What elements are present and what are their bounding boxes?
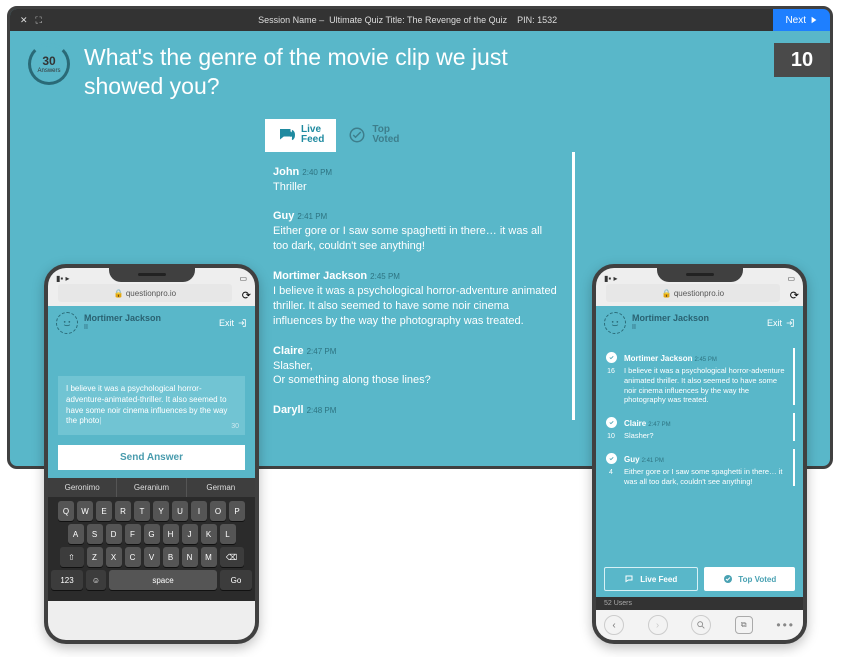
- key[interactable]: I: [191, 501, 207, 521]
- url-bar[interactable]: 🔒 questionpro.io: [606, 284, 780, 302]
- url-bar[interactable]: 🔒 questionpro.io: [58, 284, 232, 302]
- suggestion[interactable]: German: [187, 478, 255, 497]
- key[interactable]: H: [163, 524, 179, 544]
- forward-button[interactable]: ›: [648, 615, 668, 635]
- exit-button[interactable]: Exit: [219, 318, 247, 328]
- more-button[interactable]: •••: [776, 618, 795, 632]
- question-text: What's the genre of the movie clip we ju…: [84, 43, 564, 101]
- keyboard-suggestions[interactable]: GeronimoGeraniumGerman: [48, 478, 255, 497]
- key[interactable]: F: [125, 524, 141, 544]
- suggestion[interactable]: Geranium: [117, 478, 186, 497]
- exit-icon: [785, 318, 795, 328]
- lock-icon: 🔒: [662, 289, 672, 298]
- backspace-key[interactable]: ⌫: [220, 547, 244, 567]
- voted-item: 10Claire2:47 PMSlasher?: [604, 413, 795, 441]
- next-button[interactable]: Next: [773, 9, 830, 31]
- lock-icon: 🔒: [114, 289, 124, 298]
- tabs-button[interactable]: ⧉: [735, 616, 753, 634]
- feed-panel: Live Feed Top Voted John2:40 PMThriller G…: [265, 119, 575, 420]
- countdown-timer: 10: [774, 43, 830, 77]
- feed-entry: Mortimer Jackson2:45 PMI believe it was …: [273, 266, 560, 329]
- answer-textarea[interactable]: I believe it was a psychological horror-…: [58, 376, 245, 435]
- suggestion[interactable]: Geronimo: [48, 478, 117, 497]
- key[interactable]: V: [144, 547, 160, 567]
- broadcast-icon: [624, 573, 636, 585]
- key[interactable]: Y: [153, 501, 169, 521]
- feed-entry: Daryll2:48 PMCutter dicer chopper thing: [273, 400, 560, 419]
- app-header: Mortimer JacksonII Exit: [48, 306, 255, 340]
- avatar: [56, 312, 78, 334]
- key[interactable]: D: [106, 524, 122, 544]
- check-circle-icon: [722, 573, 734, 585]
- voted-item: 16Mortimer Jackson2:45 PMI believe it wa…: [604, 348, 795, 405]
- browser-nav: ‹ › ⧉ •••: [596, 610, 803, 640]
- key[interactable]: C: [125, 547, 141, 567]
- signal-icon: ▮▪ ▸: [56, 274, 69, 283]
- search-icon: [696, 620, 706, 630]
- key[interactable]: O: [210, 501, 226, 521]
- key[interactable]: W: [77, 501, 93, 521]
- key[interactable]: Q: [58, 501, 74, 521]
- reload-icon[interactable]: ⟳: [790, 289, 799, 302]
- key[interactable]: K: [201, 524, 217, 544]
- feed-entry: Guy2:41 PMEither gore or I saw some spag…: [273, 206, 560, 254]
- key[interactable]: G: [144, 524, 160, 544]
- key[interactable]: S: [87, 524, 103, 544]
- key[interactable]: R: [115, 501, 131, 521]
- key[interactable]: Z: [87, 547, 103, 567]
- send-answer-button[interactable]: Send Answer: [58, 445, 245, 470]
- key[interactable]: J: [182, 524, 198, 544]
- key[interactable]: M: [201, 547, 217, 567]
- top-bar: ✕ ⛶ Session Name – Ultimate Quiz Title: …: [10, 9, 830, 31]
- answers-counter: 30 Answers: [28, 43, 70, 85]
- check-circle-icon: [348, 126, 366, 144]
- feed-entry: John2:40 PMThriller: [273, 162, 560, 195]
- tab-live-feed[interactable]: Live Feed: [265, 119, 336, 152]
- key[interactable]: X: [106, 547, 122, 567]
- feed-entry: Claire2:47 PMSlasher,Or something along …: [273, 341, 560, 389]
- tab-live-feed[interactable]: Live Feed: [604, 567, 698, 591]
- exit-button[interactable]: Exit: [767, 318, 795, 328]
- tab-top-voted[interactable]: Top Voted: [704, 567, 796, 591]
- key[interactable]: E: [96, 501, 112, 521]
- key[interactable]: A: [68, 524, 84, 544]
- keyboard[interactable]: QWERTYUIOP ASDFGHJKL ⇧ZXCVBNM⌫ 123☺spaceGo: [48, 497, 255, 601]
- numbers-key[interactable]: 123: [51, 570, 83, 590]
- key[interactable]: L: [220, 524, 236, 544]
- voted-item: 4Guy2:41 PMEither gore or I saw some spa…: [604, 449, 795, 487]
- close-icon[interactable]: ✕: [20, 15, 28, 26]
- key[interactable]: N: [182, 547, 198, 567]
- back-button[interactable]: ‹: [604, 615, 624, 635]
- search-button[interactable]: [691, 615, 711, 635]
- key[interactable]: U: [172, 501, 188, 521]
- battery-icon: ▭: [787, 274, 795, 283]
- go-key[interactable]: Go: [220, 570, 252, 590]
- app-header: Mortimer JacksonII Exit: [596, 306, 803, 340]
- phone-right: ▮▪ ▸ ▭ 🔒 questionpro.io ⟳ Mortimer Jackso…: [592, 264, 807, 644]
- exit-icon: [237, 318, 247, 328]
- broadcast-icon: [277, 126, 295, 144]
- space-key[interactable]: space: [109, 570, 217, 590]
- key[interactable]: P: [229, 501, 245, 521]
- users-count: 52 Users: [596, 597, 803, 610]
- shift-key[interactable]: ⇧: [60, 547, 84, 567]
- vote-button[interactable]: [606, 417, 617, 428]
- vote-button[interactable]: [606, 352, 617, 363]
- key[interactable]: B: [163, 547, 179, 567]
- session-title: Session Name – Ultimate Quiz Title: The …: [42, 15, 774, 25]
- tab-top-voted[interactable]: Top Voted: [336, 119, 411, 152]
- reload-icon[interactable]: ⟳: [242, 289, 251, 302]
- key[interactable]: T: [134, 501, 150, 521]
- battery-icon: ▭: [239, 274, 247, 283]
- vote-button[interactable]: [606, 453, 617, 464]
- phone-left: ▮▪ ▸ ▭ 🔒 questionpro.io ⟳ Mortimer Jackso…: [44, 264, 259, 644]
- signal-icon: ▮▪ ▸: [604, 274, 617, 283]
- avatar: [604, 312, 626, 334]
- emoji-key[interactable]: ☺: [86, 570, 106, 590]
